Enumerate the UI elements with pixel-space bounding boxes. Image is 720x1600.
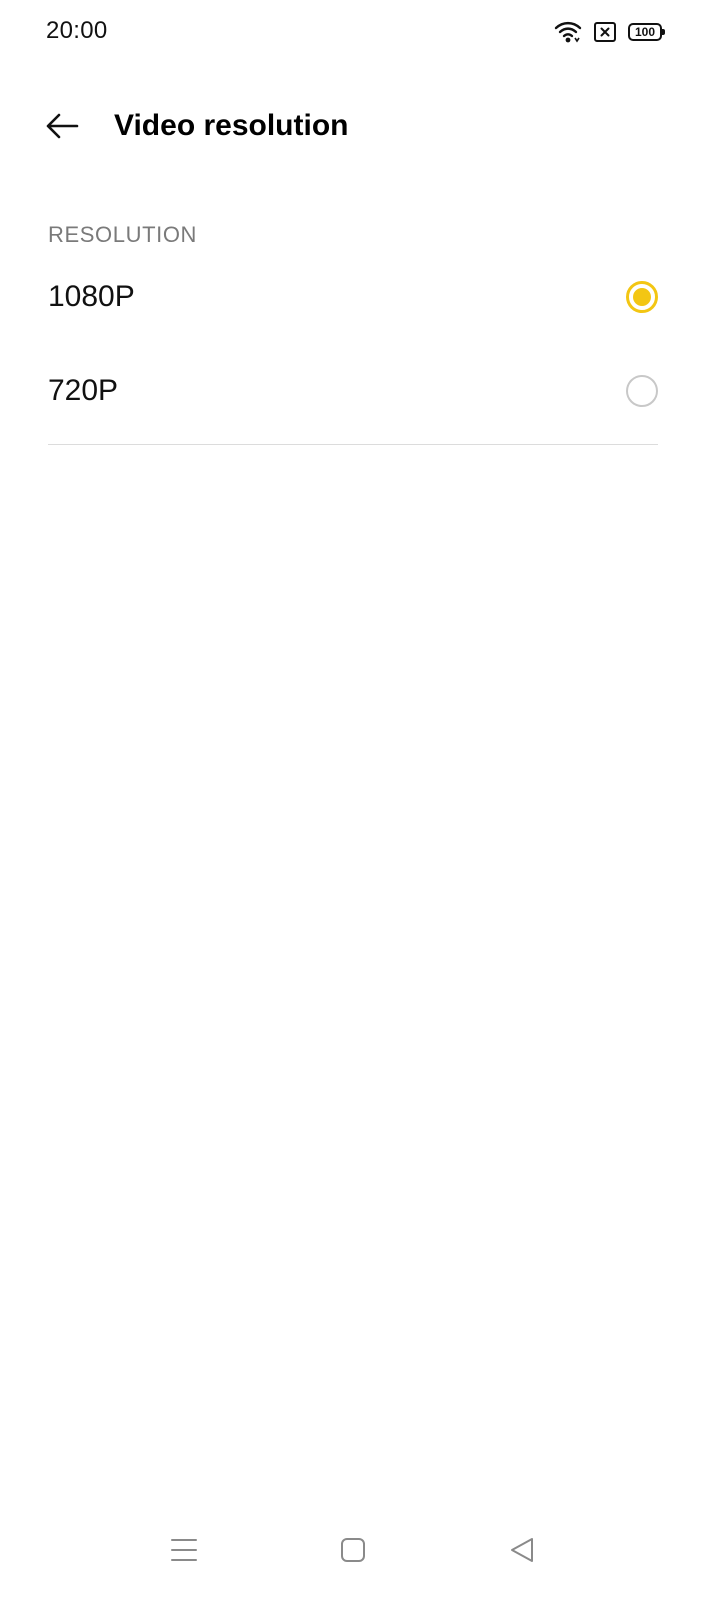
sim-x-icon bbox=[594, 22, 616, 42]
option-label: 720P bbox=[48, 374, 119, 407]
nav-bar bbox=[0, 1500, 720, 1600]
option-720p[interactable]: 720P bbox=[0, 344, 720, 438]
screen: 20:00 100 Video resolution RESOLUTION 10… bbox=[0, 0, 720, 1600]
section-header: RESOLUTION bbox=[48, 222, 198, 247]
app-bar: Video resolution bbox=[0, 86, 720, 166]
home-icon bbox=[341, 1538, 365, 1562]
menu-icon bbox=[171, 1539, 197, 1561]
status-time: 20:00 bbox=[46, 17, 108, 44]
battery-level: 100 bbox=[634, 25, 656, 39]
radio-unselected[interactable] bbox=[626, 375, 658, 407]
radio-dot bbox=[633, 288, 651, 306]
battery-icon: 100 bbox=[628, 23, 665, 41]
nav-back-button[interactable] bbox=[494, 1522, 550, 1578]
wifi-icon bbox=[554, 21, 582, 43]
status-bar: 20:00 100 bbox=[0, 0, 720, 64]
status-icons: 100 bbox=[554, 18, 665, 46]
nav-menu-button[interactable] bbox=[156, 1522, 212, 1578]
option-1080p[interactable]: 1080P bbox=[0, 250, 720, 344]
radio-selected[interactable] bbox=[626, 281, 658, 313]
divider bbox=[48, 444, 658, 445]
option-list: 1080P 720P bbox=[0, 250, 720, 438]
page-title: Video resolution bbox=[114, 109, 349, 142]
back-triangle-icon bbox=[511, 1538, 533, 1562]
nav-home-button[interactable] bbox=[325, 1522, 381, 1578]
arrow-left-icon bbox=[46, 113, 79, 139]
back-button[interactable] bbox=[36, 104, 88, 148]
option-label: 1080P bbox=[48, 280, 135, 313]
